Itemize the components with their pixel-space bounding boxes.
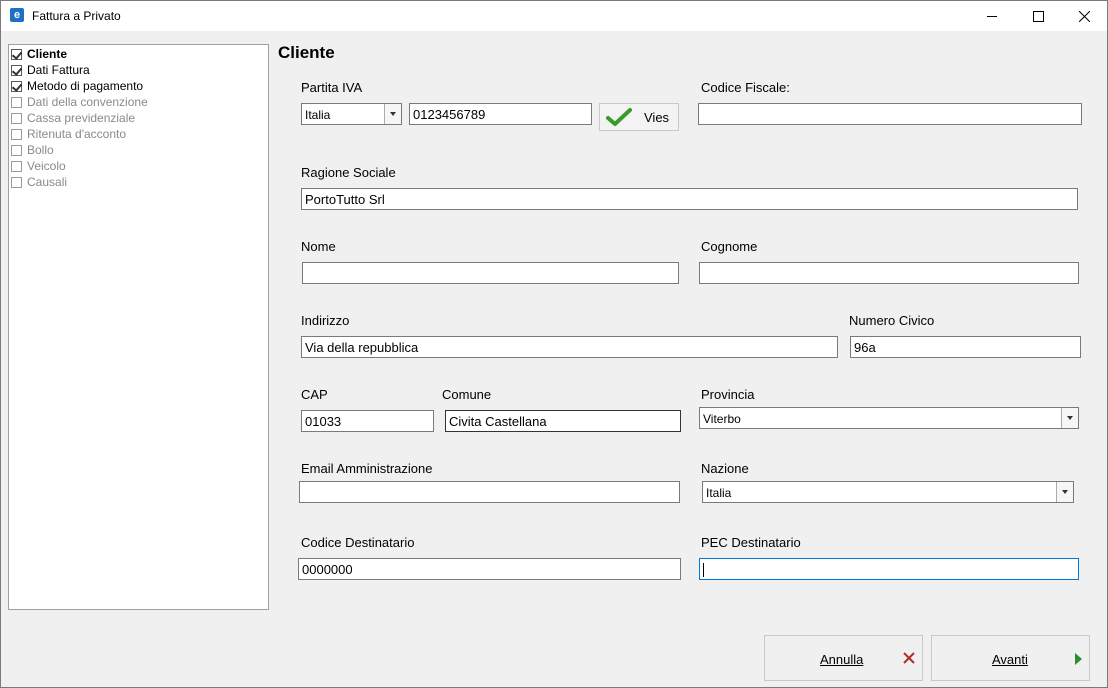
maximize-button[interactable] <box>1015 1 1061 31</box>
checkmark-icon <box>606 108 632 126</box>
minimize-button[interactable] <box>969 1 1015 31</box>
nazione-label: Nazione <box>701 461 749 476</box>
next-button[interactable]: Avanti <box>931 635 1090 681</box>
close-button[interactable] <box>1061 1 1107 31</box>
nome-label: Nome <box>301 239 336 254</box>
ragione-sociale-label: Ragione Sociale <box>301 165 396 180</box>
text-caret <box>703 563 704 577</box>
close-icon <box>903 652 915 664</box>
tree-item-dati-fattura[interactable]: Dati Fattura <box>11 62 90 78</box>
tree-item-label: Veicolo <box>27 159 66 173</box>
pec-label: PEC Destinatario <box>701 535 801 550</box>
cancel-button-label: Annulla <box>820 652 864 667</box>
section-title: Cliente <box>278 43 335 62</box>
tree-item-causali[interactable]: Causali <box>11 174 67 190</box>
codice-fiscale-label: Codice Fiscale: <box>701 80 790 95</box>
tree-item-cassa-previdenziale[interactable]: Cassa previdenziale <box>11 110 135 126</box>
tree-item-ritenuta-acconto[interactable]: Ritenuta d'acconto <box>11 126 126 142</box>
tree-checkbox[interactable] <box>11 160 22 172</box>
tree-item-label: Dati Fattura <box>27 63 90 77</box>
comune-input[interactable] <box>445 410 681 432</box>
title-bar[interactable]: e Fattura a Privato <box>1 1 1107 31</box>
tree-checkbox[interactable] <box>11 96 22 108</box>
tree-checkbox[interactable] <box>11 176 22 188</box>
tree-item-label: Ritenuta d'acconto <box>27 127 127 141</box>
tree-item-veicolo[interactable]: Veicolo <box>11 158 66 174</box>
dropdown-arrow[interactable] <box>1061 408 1078 428</box>
cap-label: CAP <box>301 387 328 402</box>
nazione-select-value: Italia <box>706 486 732 500</box>
tree-checkbox[interactable] <box>11 80 22 92</box>
chevron-down-icon <box>1062 490 1068 494</box>
window-title: Fattura a Privato <box>32 9 121 23</box>
provincia-select[interactable]: Viterbo <box>699 407 1079 429</box>
codice-fiscale-input[interactable] <box>698 103 1082 125</box>
tree-item-label: Causali <box>27 175 68 189</box>
tree-checkbox[interactable] <box>11 128 22 140</box>
cap-input[interactable] <box>301 410 434 432</box>
tree-item-label: Cassa previdenziale <box>27 111 136 125</box>
tree-checkbox[interactable] <box>11 112 22 124</box>
app-logo-icon: e <box>10 8 24 22</box>
cognome-label: Cognome <box>701 239 758 254</box>
email-label: Email Amministrazione <box>301 461 433 476</box>
ragione-sociale-input[interactable] <box>301 188 1078 210</box>
tree-item-label: Bollo <box>27 143 54 157</box>
tree-item-label: Metodo di pagamento <box>27 79 144 93</box>
comune-label: Comune <box>442 387 492 402</box>
dropdown-arrow[interactable] <box>1056 482 1073 502</box>
next-button-label: Avanti <box>992 652 1028 667</box>
provincia-label: Provincia <box>701 387 755 402</box>
provincia-select-value: Viterbo <box>703 412 741 426</box>
codice-destinatario-label: Codice Destinatario <box>301 535 415 550</box>
codice-destinatario-input[interactable] <box>298 558 681 580</box>
cancel-button[interactable]: Annulla <box>764 635 923 681</box>
tree-checkbox[interactable] <box>11 144 22 156</box>
tree-item-dati-convenzione[interactable]: Dati della convenzione <box>11 94 148 110</box>
tree-item-cliente[interactable]: Cliente <box>11 46 67 62</box>
tree-item-label: Cliente <box>27 47 68 61</box>
tree-item-label: Dati della convenzione <box>27 95 148 109</box>
country-select-value: Italia <box>305 108 331 122</box>
tree-checkbox[interactable] <box>11 48 22 60</box>
indirizzo-label: Indirizzo <box>301 313 350 328</box>
email-input[interactable] <box>299 481 680 503</box>
vies-button-label: Vies <box>644 109 670 125</box>
cognome-input[interactable] <box>699 262 1079 284</box>
play-icon <box>1075 653 1082 665</box>
tree-item-bollo[interactable]: Bollo <box>11 142 54 158</box>
numero-civico-label: Numero Civico <box>849 313 935 328</box>
partita-iva-input[interactable] <box>409 103 592 125</box>
indirizzo-input[interactable] <box>301 336 838 358</box>
nazione-select[interactable]: Italia <box>702 481 1074 503</box>
vies-button[interactable]: Vies <box>599 103 679 131</box>
pec-input[interactable] <box>699 558 1079 580</box>
numero-civico-input[interactable] <box>850 336 1081 358</box>
app-window: e Fattura a Privato Cliente Dati Fattura… <box>0 0 1108 688</box>
dropdown-arrow[interactable] <box>384 104 401 124</box>
tree-item-metodo-pagamento[interactable]: Metodo di pagamento <box>11 78 143 94</box>
tree-checkbox[interactable] <box>11 64 22 76</box>
nome-input[interactable] <box>302 262 679 284</box>
minimize-icon <box>987 15 997 17</box>
partita-iva-label: Partita IVA <box>301 80 363 95</box>
chevron-down-icon <box>1067 416 1073 420</box>
steps-tree: Cliente Dati Fattura Metodo di pagamento… <box>8 44 269 610</box>
close-icon <box>1078 10 1090 22</box>
chevron-down-icon <box>390 112 396 116</box>
maximize-icon <box>1032 10 1044 22</box>
country-select[interactable]: Italia <box>301 103 402 125</box>
